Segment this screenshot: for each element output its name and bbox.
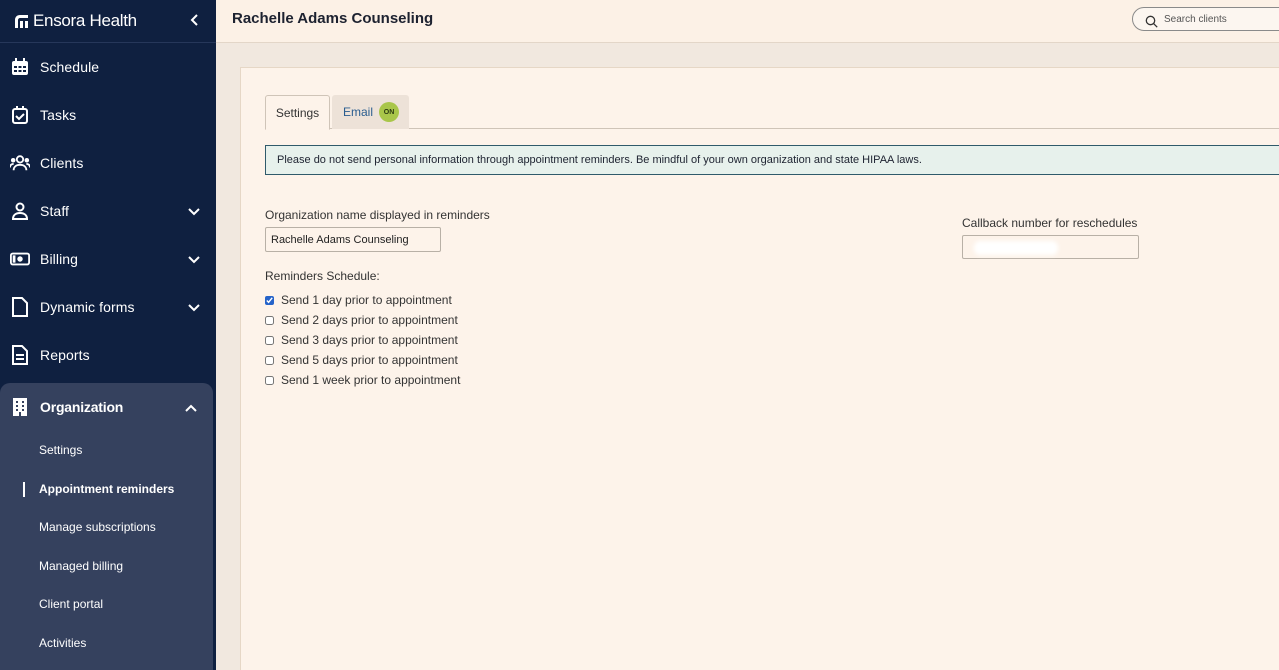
hipaa-notice: Please do not send personal information … — [265, 145, 1279, 175]
email-status-badge: ON — [379, 102, 400, 122]
schedule-checkbox[interactable] — [265, 335, 274, 345]
chevron-down-icon — [187, 252, 201, 266]
clients-icon — [10, 153, 30, 173]
schedule-option-3-days[interactable]: Send 3 days prior to appointment — [265, 333, 458, 347]
task-check-icon — [10, 105, 30, 125]
collapse-sidebar-icon[interactable] — [187, 12, 203, 28]
subnav-item-appointment-reminders[interactable]: Appointment reminders — [0, 470, 213, 509]
sidebar-item-label: Billing — [40, 251, 79, 267]
tab-settings[interactable]: Settings — [265, 95, 330, 130]
sidebar-item-staff[interactable]: Staff — [0, 187, 216, 235]
subnav-item-settings[interactable]: Settings — [0, 431, 213, 470]
sidebar-item-tasks[interactable]: Tasks — [0, 91, 216, 139]
schedule-option-1-day[interactable]: Send 1 day prior to appointment — [265, 293, 452, 307]
billing-icon — [10, 249, 30, 269]
subnav-item-manage-subscriptions[interactable]: Manage subscriptions — [0, 508, 213, 547]
staff-icon — [10, 201, 30, 221]
organization-group: Organization Settings Appointment remind… — [0, 383, 213, 670]
sidebar-item-label: Reports — [40, 347, 90, 363]
schedule-option-1-week[interactable]: Send 1 week prior to appointment — [265, 373, 460, 387]
sidebar-item-label: Staff — [40, 203, 70, 219]
schedule-option-5-days[interactable]: Send 5 days prior to appointment — [265, 353, 458, 367]
sidebar-item-clients[interactable]: Clients — [0, 139, 216, 187]
sidebar-item-reports[interactable]: Reports — [0, 331, 216, 379]
sidebar-item-schedule[interactable]: Schedule — [0, 43, 216, 91]
subnav-item-activities[interactable]: Activities — [0, 624, 213, 663]
subnav-item-client-portal[interactable]: Client portal — [0, 585, 213, 624]
schedule-option-label: Send 2 days prior to appointment — [281, 313, 458, 327]
subnav-item-label: Activities — [39, 635, 87, 650]
subnav-item-label: Appointment reminders — [39, 481, 175, 496]
subnav-item-managed-billing[interactable]: Managed billing — [0, 547, 213, 586]
chevron-down-icon — [187, 204, 201, 218]
top-header: Rachelle Adams Counseling — [216, 0, 1279, 43]
reminders-panel: Settings Email ON Please do not send per… — [240, 67, 1279, 670]
tab-label: Email — [343, 105, 374, 119]
schedule-option-label: Send 5 days prior to appointment — [281, 353, 458, 367]
schedule-checkbox[interactable] — [265, 315, 274, 325]
sidebar-item-label: Tasks — [40, 107, 77, 123]
sidebar-item-label: Clients — [40, 155, 84, 171]
sidebar-item-billing[interactable]: Billing — [0, 235, 216, 283]
brand-name: Ensora Health — [33, 11, 137, 30]
page-title: Rachelle Adams Counseling — [232, 10, 434, 27]
tab-bar: Settings Email ON — [265, 95, 1279, 130]
calendar-icon — [10, 57, 30, 77]
schedule-checkbox[interactable] — [265, 355, 274, 365]
subnav-item-label: Manage subscriptions — [39, 520, 156, 535]
sidebar-item-organization[interactable]: Organization — [0, 383, 213, 431]
tab-label: Settings — [275, 105, 320, 120]
schedule-option-label: Send 1 day prior to appointment — [281, 293, 452, 307]
sidebar-item-label: Dynamic forms — [40, 299, 135, 315]
schedule-checkbox[interactable] — [265, 375, 274, 385]
subnav-item-label: Managed billing — [39, 558, 124, 573]
org-name-label: Organization name displayed in reminders — [265, 208, 490, 222]
schedule-option-2-days[interactable]: Send 2 days prior to appointment — [265, 313, 458, 327]
subnav-item-label: Settings — [39, 443, 83, 458]
org-name-field[interactable] — [265, 227, 441, 252]
sidebar-item-dynamic-forms[interactable]: Dynamic forms — [0, 283, 216, 331]
sidebar-item-label: Organization — [40, 399, 124, 415]
schedule-checkbox[interactable] — [265, 295, 274, 305]
notice-text: Please do not send personal information … — [277, 154, 922, 166]
schedule-option-label: Send 3 days prior to appointment — [281, 333, 458, 347]
chevron-down-icon — [187, 300, 201, 314]
search-icon — [1145, 13, 1158, 28]
subnav-item-label: Client portal — [39, 597, 104, 612]
callback-number-label: Callback number for reschedules — [962, 216, 1138, 230]
sidebar: Ensora Health Schedule Tasks Clients Sta… — [0, 0, 216, 670]
ensora-logo-icon — [14, 14, 29, 29]
search-box[interactable] — [1132, 7, 1279, 31]
redaction-overlay — [974, 241, 1058, 255]
schedule-option-label: Send 1 week prior to appointment — [281, 373, 461, 387]
report-icon — [10, 345, 30, 365]
tab-email[interactable]: Email ON — [332, 95, 409, 129]
chevron-up-icon — [184, 400, 198, 414]
brand: Ensora Health — [0, 0, 216, 43]
sidebar-item-label: Schedule — [40, 59, 100, 75]
building-icon — [10, 397, 30, 417]
form-icon — [10, 297, 30, 317]
reminders-schedule-label: Reminders Schedule: — [265, 269, 380, 283]
main-nav: Schedule Tasks Clients Staff Billing Dyn… — [0, 43, 216, 379]
search-input[interactable] — [1164, 13, 1279, 25]
